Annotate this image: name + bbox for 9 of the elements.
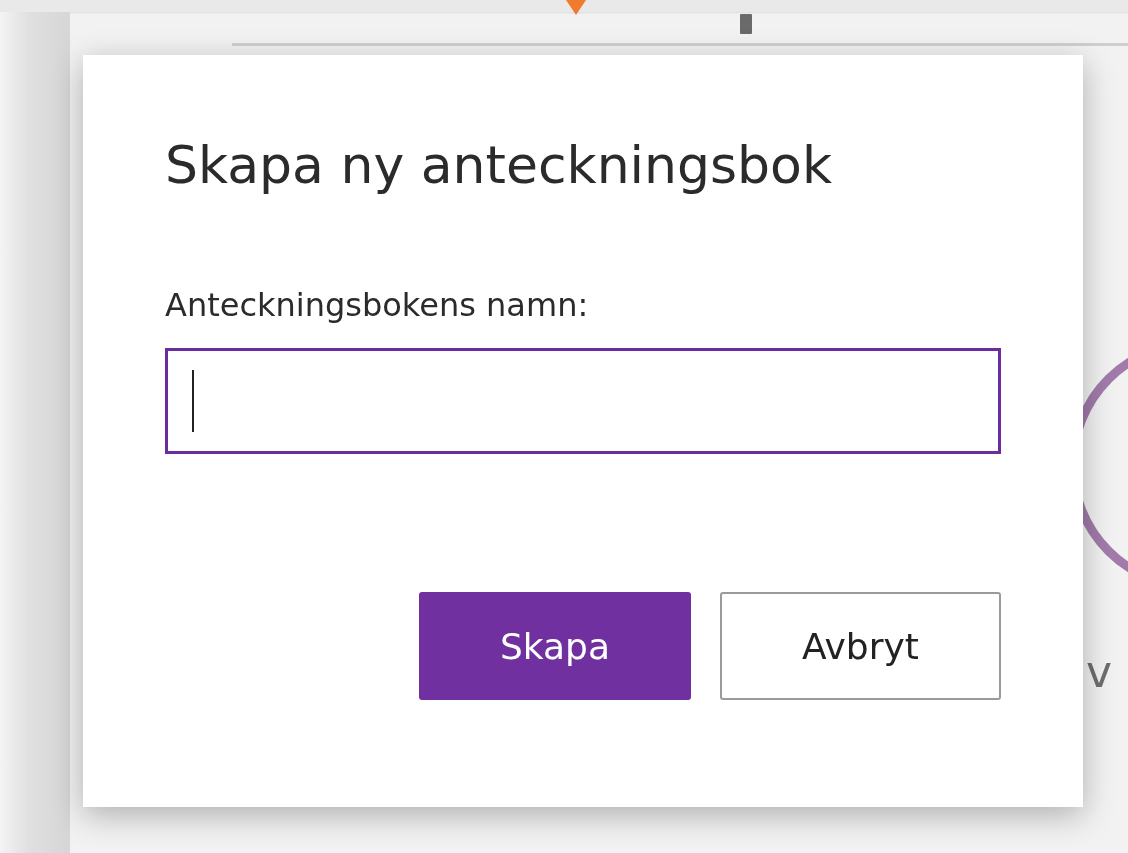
field-label: Anteckningsbokens namn: [165,286,590,324]
background-text: v [1086,650,1113,694]
dialog-title: Skapa ny anteckningsbok [165,134,834,197]
scroll-marker [740,14,752,34]
cancel-button[interactable]: Avbryt [720,592,1001,700]
text-cursor [192,370,194,432]
name-input-field[interactable] [165,348,1001,454]
triangle-icon [566,0,586,15]
create-button[interactable]: Skapa [419,592,691,700]
